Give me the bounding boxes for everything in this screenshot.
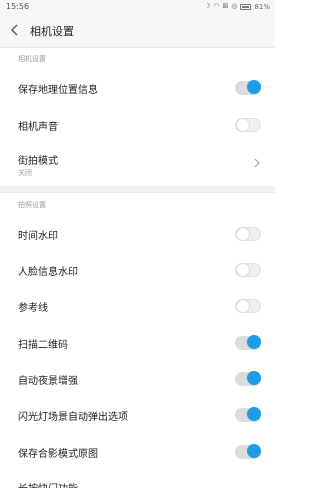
row-label: 扫描二维码 — [18, 340, 68, 351]
row-label: 保存地理位置信息 — [18, 85, 98, 96]
section-divider — [0, 186, 275, 193]
row-label: 街拍模式 — [18, 156, 58, 167]
row-label: 相机声音 — [18, 122, 58, 133]
toggle-scan-qr[interactable] — [235, 335, 261, 350]
row-flash-popup[interactable]: 闪光灯场景自动弹出选项 — [0, 396, 275, 432]
section-header-shooting: 拍照设置 — [18, 201, 46, 209]
row-street-mode[interactable]: 街拍模式 关闭 — [0, 144, 275, 184]
signal-icon: ⊠ — [222, 2, 229, 10]
toggle-save-location[interactable] — [235, 80, 261, 95]
row-auto-night[interactable]: 自动夜景增强 — [0, 360, 275, 396]
row-label: 参考线 — [18, 303, 48, 314]
toggle-reference-lines[interactable] — [235, 299, 261, 313]
row-long-press-shutter[interactable]: 长按快门功能 — [0, 470, 275, 488]
row-label: 人脸信息水印 — [18, 267, 78, 278]
toggle-auto-night[interactable] — [235, 371, 261, 386]
toggle-flash-popup[interactable] — [235, 407, 261, 422]
row-save-location[interactable]: 保存地理位置信息 — [0, 70, 275, 106]
chevron-left-icon[interactable] — [10, 24, 20, 36]
toggle-face-watermark[interactable] — [235, 263, 261, 277]
row-save-group-original[interactable]: 保存合影模式原图 — [0, 433, 275, 469]
row-label: 闪光灯场景自动弹出选项 — [18, 412, 128, 423]
row-reference-lines[interactable]: 参考线 — [0, 287, 275, 323]
row-face-watermark[interactable]: 人脸信息水印 — [0, 251, 275, 287]
status-time: 15:56 — [6, 2, 30, 11]
page-title: 相机设置 — [30, 25, 74, 38]
row-sub: 关闭 — [18, 169, 32, 177]
toggle-save-group-original[interactable] — [235, 444, 261, 459]
toggle-time-watermark[interactable] — [235, 227, 261, 241]
row-label: 长按快门功能 — [18, 480, 78, 488]
row-label: 自动夜景增强 — [18, 376, 78, 387]
section-header-camera: 相机设置 — [18, 55, 46, 63]
row-time-watermark[interactable]: 时间水印 — [0, 215, 275, 251]
title-bar: 相机设置 — [0, 14, 275, 48]
row-scan-qr[interactable]: 扫描二维码 — [0, 324, 275, 360]
nfc-icon: ◎ — [231, 2, 238, 10]
row-camera-sound[interactable]: 相机声音 — [0, 106, 275, 142]
row-label: 保存合影模式原图 — [18, 449, 98, 460]
battery-icon — [240, 3, 252, 10]
chevron-right-icon — [254, 158, 260, 168]
toggle-camera-sound[interactable] — [235, 118, 261, 132]
row-label: 时间水印 — [18, 231, 58, 242]
battery-level: 81% — [254, 2, 270, 11]
status-bar: 15:56 ☽ ◠ ⊠ ◎ 81% — [0, 0, 275, 14]
wifi-icon: ◠ — [213, 2, 220, 10]
dnd-icon: ☽ — [204, 2, 211, 10]
status-icons: ☽ ◠ ⊠ ◎ 81% — [204, 1, 270, 12]
